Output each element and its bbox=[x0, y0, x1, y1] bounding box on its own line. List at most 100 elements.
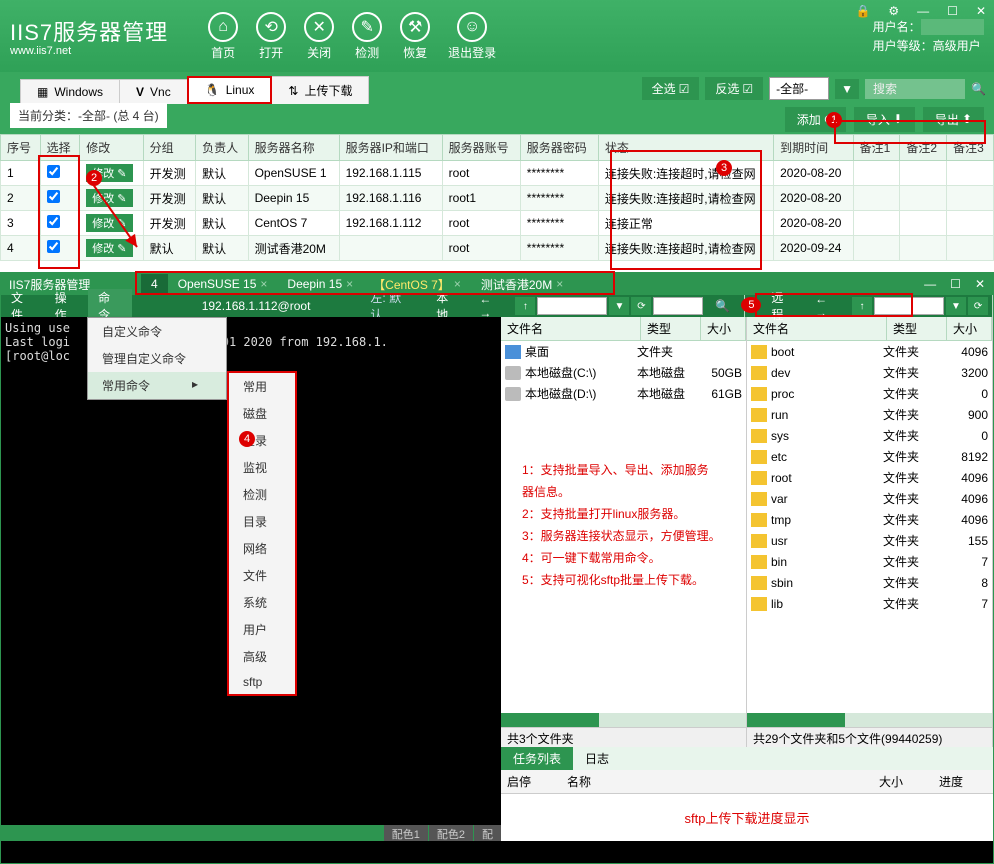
close-icon[interactable]: ✕ bbox=[975, 277, 985, 291]
task-tab-log[interactable]: 日志 bbox=[573, 747, 621, 770]
ctx2-item[interactable]: 文件 bbox=[229, 562, 295, 589]
table-row[interactable]: 3修改 ✎开发测默认CentOS 7192.168.1.112root*****… bbox=[1, 211, 994, 236]
ctx2-item[interactable]: 磁盘 bbox=[229, 400, 295, 427]
gear-icon[interactable]: ⚙ bbox=[888, 4, 899, 18]
ctx2-item[interactable]: 检测 bbox=[229, 481, 295, 508]
dropdown-icon[interactable]: ▼ bbox=[609, 297, 629, 315]
col-header[interactable]: 备注1 bbox=[853, 135, 900, 161]
ctx2-item[interactable]: 系统 bbox=[229, 589, 295, 616]
tab-linux[interactable]: 🐧Linux窗口 bbox=[187, 76, 273, 104]
file-row[interactable]: lib文件夹7 bbox=[747, 593, 992, 614]
ctx2-item[interactable]: sftp bbox=[229, 670, 295, 694]
col-header[interactable]: 备注3 bbox=[947, 135, 994, 161]
terminal[interactable]: Using use Last logi 6:37:01 2020 from 19… bbox=[1, 317, 501, 841]
filter-select[interactable]: -全部- bbox=[769, 77, 829, 100]
close-tab-icon[interactable]: × bbox=[346, 277, 353, 291]
col-header[interactable]: 修改 bbox=[80, 135, 143, 161]
file-row[interactable]: dev文件夹3200 bbox=[747, 362, 992, 383]
dropdown-icon[interactable]: ▼ bbox=[946, 297, 966, 315]
tab-windows[interactable]: ▦Windows bbox=[20, 79, 120, 104]
nav-home[interactable]: ⌂首页 bbox=[208, 12, 238, 61]
row-checkbox[interactable] bbox=[47, 165, 60, 178]
import-button[interactable]: 导入 ⬇ bbox=[854, 107, 915, 132]
select-all-button[interactable]: 全选 ☑ bbox=[642, 77, 700, 100]
export-button[interactable]: 导出 ⬆ bbox=[923, 107, 984, 132]
file-row[interactable]: 桌面文件夹 bbox=[501, 341, 746, 362]
col-header[interactable]: 到期时间 bbox=[774, 135, 854, 161]
row-checkbox[interactable] bbox=[47, 240, 60, 253]
col-header[interactable]: 备注2 bbox=[900, 135, 947, 161]
up-icon[interactable]: ↑ bbox=[515, 297, 535, 315]
local-path-input[interactable] bbox=[537, 297, 607, 315]
close-tab-icon[interactable]: × bbox=[556, 277, 563, 291]
col-header[interactable]: 服务器名称 bbox=[248, 135, 339, 161]
file-row[interactable]: run文件夹900 bbox=[747, 404, 992, 425]
ctx2-item[interactable]: 目录 bbox=[229, 508, 295, 535]
sub-tab-2[interactable]: 【CentOS 7】× bbox=[363, 273, 471, 296]
color2[interactable]: 配色2 bbox=[429, 825, 473, 841]
up-icon[interactable]: ↑ bbox=[852, 297, 872, 315]
file-row[interactable]: tmp文件夹4096 bbox=[747, 509, 992, 530]
close-tab-icon[interactable]: × bbox=[260, 277, 267, 291]
scrollbar[interactable] bbox=[501, 713, 746, 727]
modify-button[interactable]: 修改 ✎ bbox=[86, 189, 132, 207]
nav-detect[interactable]: ✎检测 bbox=[352, 12, 382, 61]
col-header[interactable]: 状态 bbox=[598, 135, 773, 161]
ctx-custom-cmd[interactable]: 自定义命令 bbox=[88, 318, 226, 345]
tab-vnc[interactable]: VVnc bbox=[119, 79, 188, 104]
file-row[interactable]: etc文件夹8192 bbox=[747, 446, 992, 467]
file-row[interactable]: bin文件夹7 bbox=[747, 551, 992, 572]
ctx2-item[interactable]: 网络 bbox=[229, 535, 295, 562]
row-checkbox[interactable] bbox=[47, 190, 60, 203]
col-header[interactable]: 负责人 bbox=[196, 135, 248, 161]
file-row[interactable]: root文件夹4096 bbox=[747, 467, 992, 488]
file-row[interactable]: boot文件夹4096 bbox=[747, 341, 992, 362]
file-row[interactable]: 本地磁盘(C:\)本地磁盘50GB bbox=[501, 362, 746, 383]
col-header[interactable]: 服务器IP和端口 bbox=[339, 135, 442, 161]
nav-close[interactable]: ✕关闭 bbox=[304, 12, 334, 61]
col-header[interactable]: 分组 bbox=[143, 135, 195, 161]
minimize-icon[interactable]: — bbox=[924, 277, 936, 291]
ctx2-item[interactable]: 常用 bbox=[229, 373, 295, 400]
sub-tab-3[interactable]: 测试香港20M× bbox=[471, 273, 573, 296]
ctx2-item[interactable]: 用户 bbox=[229, 616, 295, 643]
file-row[interactable]: sbin文件夹8 bbox=[747, 572, 992, 593]
nav-open[interactable]: ⟲打开 bbox=[256, 12, 286, 61]
table-row[interactable]: 2修改 ✎开发测默认Deepin 15192.168.1.116root1***… bbox=[1, 186, 994, 211]
file-row[interactable]: 本地磁盘(D:\)本地磁盘61GB bbox=[501, 383, 746, 404]
close-tab-icon[interactable]: × bbox=[454, 277, 461, 291]
col-header[interactable]: 服务器密码 bbox=[520, 135, 598, 161]
file-row[interactable]: usr文件夹155 bbox=[747, 530, 992, 551]
chevron-down-icon[interactable]: ▼ bbox=[835, 79, 859, 99]
ctx2-item[interactable]: 监视 bbox=[229, 454, 295, 481]
modify-button[interactable]: 修改 ✎ bbox=[86, 239, 132, 257]
ctx2-item[interactable]: 高级 bbox=[229, 643, 295, 670]
nav-recover[interactable]: ⚒恢复 bbox=[400, 12, 430, 61]
file-row[interactable]: proc文件夹0 bbox=[747, 383, 992, 404]
modify-button[interactable]: 修改 ✎ bbox=[86, 214, 132, 232]
refresh-icon[interactable]: ⟳ bbox=[631, 297, 651, 315]
ctx-manage-cmd[interactable]: 管理自定义命令 bbox=[88, 345, 226, 372]
file-row[interactable]: var文件夹4096 bbox=[747, 488, 992, 509]
table-row[interactable]: 1修改 ✎开发测默认OpenSUSE 1192.168.1.115root***… bbox=[1, 161, 994, 186]
search-input[interactable] bbox=[865, 79, 965, 99]
color1[interactable]: 配色1 bbox=[384, 825, 428, 841]
remote-path-input[interactable] bbox=[874, 297, 944, 315]
minimize-icon[interactable]: — bbox=[917, 4, 929, 18]
maximize-icon[interactable]: ☐ bbox=[947, 4, 958, 18]
sub-tab-0[interactable]: OpenSUSE 15× bbox=[168, 274, 278, 294]
file-row[interactable]: sys文件夹0 bbox=[747, 425, 992, 446]
ctx-common-cmd[interactable]: 常用命令▸ bbox=[88, 372, 226, 399]
search-icon[interactable]: 🔍 bbox=[705, 299, 740, 313]
close-window-icon[interactable]: ✕ bbox=[976, 4, 986, 18]
search-icon[interactable]: 🔍 bbox=[971, 82, 986, 96]
invert-select-button[interactable]: 反选 ☑ bbox=[705, 77, 763, 100]
sub-tab-count[interactable]: 4 bbox=[141, 274, 168, 294]
scrollbar[interactable] bbox=[747, 713, 992, 727]
maximize-icon[interactable]: ☐ bbox=[950, 277, 961, 291]
col-header[interactable]: 选择 bbox=[40, 135, 80, 161]
col-header[interactable]: 服务器账号 bbox=[442, 135, 520, 161]
sub-tab-1[interactable]: Deepin 15× bbox=[277, 274, 363, 294]
tab-upload[interactable]: ⇅上传下载 bbox=[271, 76, 369, 104]
task-tab-list[interactable]: 任务列表 bbox=[501, 747, 573, 770]
